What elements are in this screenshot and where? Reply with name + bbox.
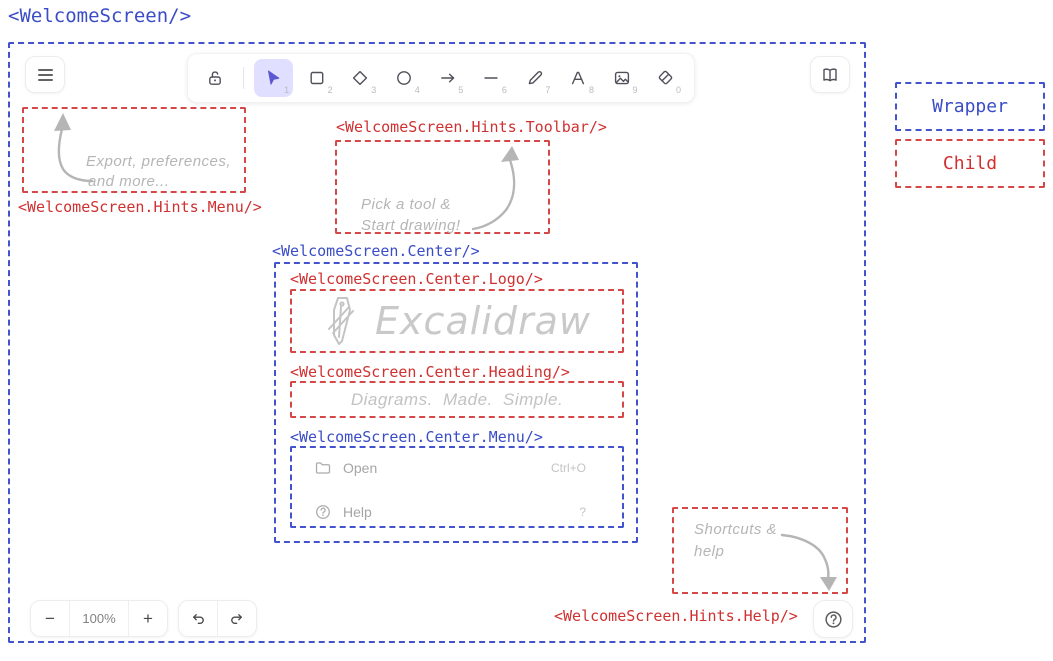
picture-icon [612,68,632,88]
square-icon [307,68,327,88]
excalidraw-pen-nib-icon [323,295,361,347]
center-logo-child-box: Excalidraw [290,289,624,353]
hint-help-text-line1: Shortcuts & [694,521,777,538]
tool-ellipse-button[interactable]: 4 [384,59,424,97]
help-button[interactable] [813,600,853,638]
pencil-icon [525,68,545,88]
menu-item-open[interactable]: Open Ctrl+O [304,454,586,482]
menu-item-open-text: Open [343,460,377,476]
zoom-controls: − 100% + [30,600,168,637]
welcomescreen-root-label: <WelcomeScreen/> [8,5,191,27]
curved-arrow-down-icon [774,525,844,593]
tool-image-button[interactable]: 9 [602,59,642,97]
center-label: <WelcomeScreen.Center/> [272,242,480,260]
zoom-in-button[interactable]: + [129,601,167,636]
library-button[interactable] [810,56,850,93]
menu-item-help[interactable]: Help ? [304,498,586,526]
legend-wrapper-text: Wrapper [932,96,1008,117]
tool-text-button[interactable]: 8 [558,59,598,97]
toolbar-divider [243,67,244,89]
center-heading-label: <WelcomeScreen.Center.Heading/> [290,363,570,381]
tool-selection-button[interactable]: 1 [254,59,294,97]
letter-a-icon [568,68,588,88]
horizontal-line-icon [481,68,501,88]
undo-arrow-icon [189,610,207,628]
legend-child-box: Child [895,139,1045,188]
center-logo-label: <WelcomeScreen.Center.Logo/> [290,270,543,288]
hint-menu-text-line2: and more... [88,173,169,190]
hints-toolbar-label: <WelcomeScreen.Hints.Toolbar/> [336,118,607,136]
undo-button[interactable] [179,601,217,636]
unlocked-padlock-icon [205,68,225,88]
center-menu-wrapper-box: Open Ctrl+O Help ? [290,446,624,528]
diamond-icon [350,68,370,88]
center-menu-label: <WelcomeScreen.Center.Menu/> [290,428,543,446]
hint-toolbar-text-line2: Start drawing! [361,217,461,234]
menu-item-help-text: Help [343,504,372,520]
excalidraw-logo-text: Excalidraw [375,299,591,343]
plus-icon: + [143,609,153,629]
legend-child-text: Child [943,153,997,174]
center-heading-child-box: Diagrams. Made. Simple. [290,381,624,418]
hint-toolbar-text-line1: Pick a tool & [361,196,451,213]
menu-item-open-shortcut: Ctrl+O [551,461,586,475]
center-wrapper-box: <WelcomeScreen.Center.Logo/> Excalidraw … [274,262,638,543]
toolbar: 1 2 3 4 5 6 7 [187,53,695,103]
heading-text: Diagrams. Made. Simple. [351,390,563,410]
lock-tool-button[interactable] [197,59,233,97]
hints-menu-child-box: Export, preferences, and more... [22,107,246,193]
question-circle-icon [823,609,844,630]
tool-diamond-button[interactable]: 3 [341,59,381,97]
zoom-out-button[interactable]: − [31,601,69,636]
menu-item-help-shortcut: ? [579,505,586,519]
tool-eraser-button[interactable]: 0 [646,59,686,97]
right-arrow-icon [438,68,458,88]
hints-help-child-box: Shortcuts & help [672,507,848,594]
open-book-icon [820,65,840,85]
undo-redo-controls [178,600,257,637]
hint-help-text-line2: help [694,543,724,560]
folder-icon [314,459,332,477]
tool-arrow-button[interactable]: 5 [428,59,468,97]
redo-button[interactable] [218,601,256,636]
tool-draw-button[interactable]: 7 [515,59,555,97]
hints-menu-label: <WelcomeScreen.Hints.Menu/> [18,198,262,216]
hamburger-icon [38,69,53,71]
question-circle-icon [314,503,332,521]
curved-arrow-up-icon [465,144,545,232]
hamburger-menu-button[interactable] [25,56,65,93]
redo-arrow-icon [228,610,246,628]
circle-icon [394,68,414,88]
cursor-arrow-icon [263,68,283,88]
hint-menu-text-line1: Export, preferences, [86,153,231,170]
minus-icon: − [45,609,55,629]
legend-wrapper-box: Wrapper [895,82,1045,131]
tool-rectangle-button[interactable]: 2 [297,59,337,97]
tool-line-button[interactable]: 6 [471,59,511,97]
hints-help-label: <WelcomeScreen.Hints.Help/> [554,607,798,625]
hints-toolbar-child-box: Pick a tool & Start drawing! [335,140,550,234]
eraser-icon [655,68,675,88]
zoom-level-value[interactable]: 100% [70,601,128,636]
